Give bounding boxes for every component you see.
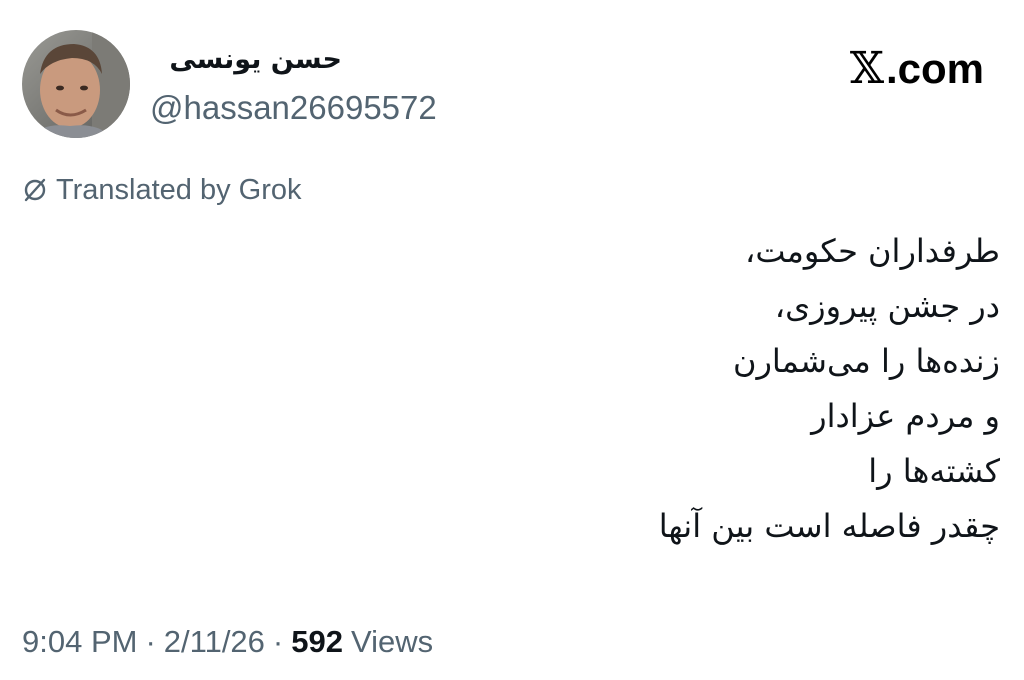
brand-watermark: 𝕏 .com	[850, 44, 984, 94]
tweet-line: چقدر فاصله است بین آنها	[658, 507, 1000, 545]
tweet-line: کشته‌ها را	[868, 452, 1000, 490]
brand-label: .com	[885, 45, 984, 92]
translate-icon	[24, 178, 46, 202]
views-count[interactable]: 592	[291, 620, 343, 664]
author-display-name[interactable]: حسن یونسی	[152, 40, 342, 80]
translation-notice[interactable]: Translated by Grok	[22, 172, 302, 208]
views-label[interactable]: Views	[351, 620, 433, 664]
tweet-text: طرفداران حکومت، در جشن پیروزی، زنده‌ها ر…	[380, 224, 1000, 554]
avatar-image	[22, 30, 130, 138]
tweet-date[interactable]: 2/11/26	[164, 620, 265, 664]
tweet-card: حسن یونسی @hassan26695572 𝕏 .com Transla…	[0, 0, 1024, 680]
tweet-line: در جشن پیروزی،	[774, 287, 1000, 325]
tweet-line: طرفداران حکومت،	[745, 232, 1000, 270]
meta-separator: ·	[145, 624, 156, 659]
avatar[interactable]	[22, 30, 130, 138]
tweet-metadata: 9:04 PM · 2/11/26 · 592 Views	[22, 620, 433, 664]
x-logo-icon: 𝕏	[849, 43, 884, 94]
meta-separator: ·	[272, 624, 284, 659]
tweet-line: و مردم عزادار	[811, 397, 1000, 435]
tweet-line: زنده‌ها را می‌شمارن	[732, 342, 1000, 380]
author-handle[interactable]: @hassan26695572	[150, 88, 437, 128]
translation-label: Translated by Grok	[56, 174, 302, 206]
tweet-time[interactable]: 9:04 PM	[22, 620, 137, 664]
